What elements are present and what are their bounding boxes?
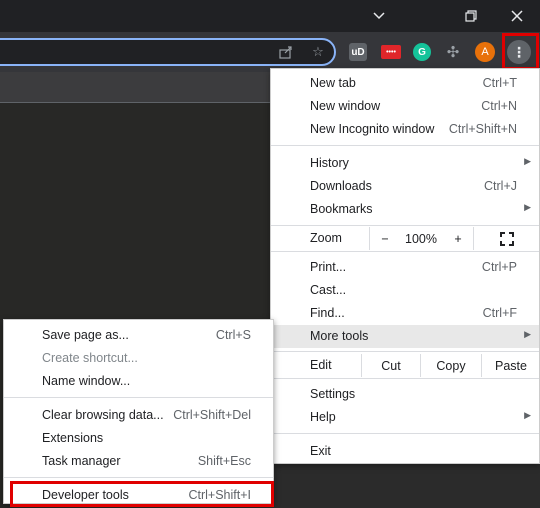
shortcut-label: Ctrl+T	[482, 76, 517, 90]
close-icon	[511, 10, 523, 22]
submenu-arrow-icon: ▶	[524, 202, 531, 212]
menu-divider	[271, 145, 539, 146]
menu-item-label: Cast...	[310, 283, 347, 297]
menu-exit[interactable]: Exit	[271, 440, 539, 463]
menu-new-incognito-window[interactable]: New Incognito window Ctrl+Shift+N	[271, 118, 539, 141]
paste-button[interactable]: Paste	[481, 354, 540, 377]
submenu-save-page-as[interactable]: Save page as... Ctrl+S	[4, 324, 273, 347]
zoom-level: 100%	[405, 231, 437, 246]
submenu-task-manager[interactable]: Task manager Shift+Esc	[4, 450, 273, 473]
menu-item-label: History	[310, 156, 349, 170]
submenu-extensions[interactable]: Extensions	[4, 427, 273, 450]
menu-more-tools[interactable]: More tools ▶	[271, 325, 539, 348]
fullscreen-icon	[500, 231, 514, 246]
menu-divider	[271, 251, 539, 252]
submenu-arrow-icon: ▶	[524, 329, 531, 339]
submenu-create-shortcut[interactable]: Create shortcut...	[4, 347, 273, 370]
submenu-arrow-icon: ▶	[524, 156, 531, 166]
submenu-developer-tools[interactable]: Developer tools Ctrl+Shift+I	[4, 484, 273, 507]
menu-item-label: New Incognito window	[310, 122, 435, 136]
menu-zoom-row: Zoom − 100% +	[271, 227, 539, 250]
copy-button[interactable]: Copy	[420, 354, 481, 377]
menu-item-label: Print...	[310, 260, 347, 274]
zoom-out-button[interactable]: −	[369, 227, 400, 250]
menu-divider	[4, 477, 273, 478]
puzzle-icon[interactable]: ✣	[444, 43, 462, 61]
chrome-menu: New tab Ctrl+T New window Ctrl+N New Incog…	[270, 68, 540, 464]
chevron-down-icon	[373, 12, 385, 20]
shortcut-label: Ctrl+Shift+N	[448, 122, 517, 136]
menu-item-label: Help	[310, 410, 336, 424]
shortcut-label: Shift+Esc	[197, 454, 251, 468]
bookmark-bar	[0, 72, 270, 103]
cut-button[interactable]: Cut	[361, 354, 420, 377]
menu-item-label: Find...	[310, 306, 345, 320]
menu-divider	[271, 378, 539, 379]
close-window-button[interactable]	[494, 0, 540, 32]
menu-print[interactable]: Print... Ctrl+P	[271, 256, 539, 279]
restore-icon	[465, 10, 477, 22]
star-icon[interactable]: ☆	[310, 44, 326, 60]
chrome-menu-button[interactable]: ⋮	[507, 40, 531, 64]
menu-item-label: Clear browsing data...	[42, 408, 164, 422]
submenu-clear-browsing-data[interactable]: Clear browsing data... Ctrl+Shift+Del	[4, 404, 273, 427]
menu-item-label: Extensions	[42, 431, 104, 445]
share-icon[interactable]	[278, 44, 294, 60]
profile-avatar[interactable]: A	[475, 42, 495, 62]
submenu-arrow-icon: ▶	[524, 410, 531, 420]
menu-settings[interactable]: Settings	[271, 383, 539, 406]
menu-find[interactable]: Find... Ctrl+F	[271, 302, 539, 325]
shortcut-label: Ctrl+Shift+I	[188, 488, 251, 502]
menu-item-label: New tab	[310, 76, 356, 90]
menu-edit-row: Edit Cut Copy Paste	[271, 354, 539, 377]
shortcut-label: Ctrl+F	[482, 306, 517, 320]
extension-red-icon[interactable]: ••••	[381, 45, 401, 59]
menu-item-label: Developer tools	[42, 488, 129, 502]
menu-item-label: Name window...	[42, 374, 131, 388]
shortcut-label: Ctrl+S	[215, 328, 251, 342]
menu-divider	[271, 225, 539, 226]
menu-help[interactable]: Help ▶	[271, 406, 539, 429]
more-tools-submenu: Save page as... Ctrl+S Create shortcut...…	[3, 319, 274, 504]
menu-bookmarks[interactable]: Bookmarks ▶	[271, 198, 539, 221]
restore-button[interactable]	[448, 0, 494, 32]
menu-item-label: Create shortcut...	[42, 351, 138, 365]
tab-search-button[interactable]	[356, 0, 402, 32]
grammarly-icon[interactable]: G	[413, 43, 431, 61]
menu-item-label: Bookmarks	[310, 202, 373, 216]
menu-cast[interactable]: Cast...	[271, 279, 539, 302]
menu-history[interactable]: History ▶	[271, 152, 539, 175]
menu-downloads[interactable]: Downloads Ctrl+J	[271, 175, 539, 198]
shortcut-label: Ctrl+P	[481, 260, 517, 274]
submenu-name-window[interactable]: Name window...	[4, 370, 273, 393]
ublock-icon[interactable]: uD	[349, 43, 367, 61]
menu-new-tab[interactable]: New tab Ctrl+T	[271, 72, 539, 95]
shortcut-label: Ctrl+J	[484, 179, 517, 193]
fullscreen-button[interactable]	[473, 227, 540, 250]
menu-divider	[271, 351, 539, 352]
shortcut-label: Ctrl+Shift+Del	[173, 408, 251, 422]
menu-item-label: Downloads	[310, 179, 372, 193]
menu-new-window[interactable]: New window Ctrl+N	[271, 95, 539, 118]
edit-label: Edit	[310, 358, 332, 372]
zoom-in-button[interactable]: +	[443, 227, 473, 250]
menu-item-label: More tools	[310, 329, 369, 343]
menu-divider	[271, 433, 539, 434]
menu-item-label: Exit	[310, 444, 331, 458]
shortcut-label: Ctrl+N	[481, 99, 517, 113]
zoom-label: Zoom	[310, 231, 342, 245]
kebab-icon: ⋮	[512, 43, 526, 60]
menu-divider	[4, 397, 273, 398]
menu-item-label: New window	[310, 99, 381, 113]
menu-item-label: Settings	[310, 387, 356, 401]
menu-item-label: Save page as...	[42, 328, 129, 342]
menu-item-label: Task manager	[42, 454, 121, 468]
